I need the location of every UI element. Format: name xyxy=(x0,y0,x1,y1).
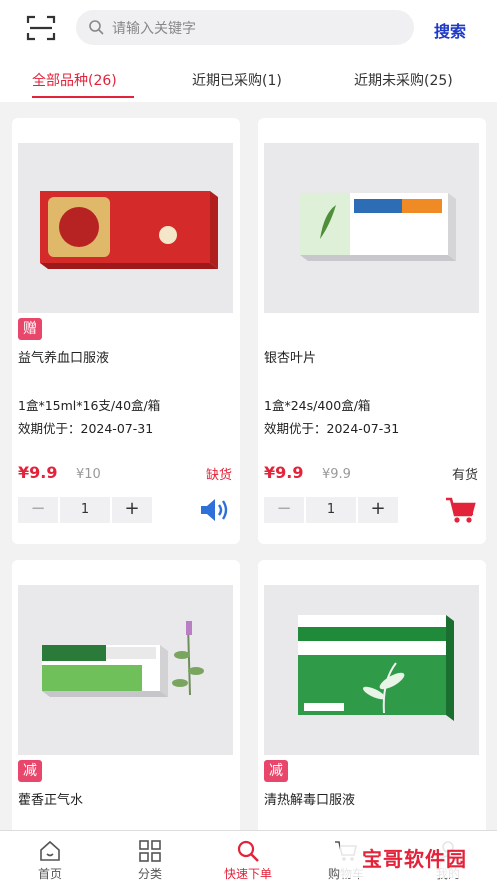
product-expiry: 效期优于：2024-07-31 xyxy=(264,421,400,436)
discount-badge: 减 xyxy=(264,760,288,782)
product-name[interactable]: 清热解毒口服液 xyxy=(264,789,355,808)
nav-home[interactable]: 首页 xyxy=(10,831,90,883)
product-image[interactable] xyxy=(264,143,479,313)
quantity-input[interactable]: 1 xyxy=(60,497,110,523)
nav-quick-order-label: 快速下单 xyxy=(223,867,272,881)
grid-icon xyxy=(139,840,161,862)
top-bar: 请输入关键字 搜索 xyxy=(0,0,497,58)
search-input[interactable]: 请输入关键字 xyxy=(76,10,414,45)
stock-status: 有货 xyxy=(451,468,478,483)
product-name[interactable]: 藿香正气水 xyxy=(18,789,83,808)
tab-not-recently-purchased[interactable]: 近期未采购(25) xyxy=(354,70,453,90)
search-icon xyxy=(89,20,104,35)
original-price: ¥10 xyxy=(76,467,101,482)
product-name[interactable]: 益气养血口服液 xyxy=(18,347,109,366)
increase-button[interactable]: + xyxy=(112,497,152,523)
product-image[interactable] xyxy=(264,585,479,755)
nav-category[interactable]: 分类 xyxy=(110,831,190,883)
product-image[interactable] xyxy=(18,143,233,313)
increase-button[interactable]: + xyxy=(358,497,398,523)
quantity-input[interactable]: 1 xyxy=(306,497,356,523)
decrease-button[interactable]: − xyxy=(18,497,58,523)
stock-status: 缺货 xyxy=(205,468,232,483)
product-card[interactable]: 赠 益气养血口服液 1盒*15ml*16支/40盒/箱 效期优于：2024-07… xyxy=(12,118,240,544)
decrease-button[interactable]: − xyxy=(264,497,304,523)
product-expiry: 效期优于：2024-07-31 xyxy=(18,421,154,436)
product-card[interactable]: 减 清热解毒口服液 xyxy=(258,560,486,840)
search-icon xyxy=(237,840,259,862)
product-name[interactable]: 银杏叶片 xyxy=(264,347,316,366)
discount-badge: 减 xyxy=(18,760,42,782)
product-spec: 1盒*15ml*16支/40盒/箱 xyxy=(18,398,161,413)
watermark-text: 宝哥软件园 xyxy=(362,847,467,871)
product-price: ¥9.9 xyxy=(264,463,304,482)
product-image[interactable] xyxy=(18,585,233,755)
tab-all-products[interactable]: 全部品种(26) xyxy=(32,70,117,90)
quantity-stepper: − 1 + xyxy=(264,497,398,523)
nav-quick-order[interactable]: 快速下单 xyxy=(208,831,288,883)
active-tab-indicator xyxy=(32,96,134,98)
quantity-stepper: − 1 + xyxy=(18,497,152,523)
product-card[interactable]: 减 藿香正气水 xyxy=(12,560,240,840)
scan-icon[interactable] xyxy=(26,14,56,42)
filter-tabs: 全部品种(26) 近期已采购(1) 近期未采购(25) xyxy=(0,58,497,102)
speaker-icon[interactable] xyxy=(198,495,230,525)
product-spec: 1盒*24s/400盒/箱 xyxy=(264,398,371,413)
tab-recently-purchased[interactable]: 近期已采购(1) xyxy=(192,70,282,90)
search-button[interactable]: 搜索 xyxy=(434,18,466,42)
gift-badge: 赠 xyxy=(18,318,42,340)
cart-icon[interactable] xyxy=(444,495,476,525)
product-price: ¥9.9 xyxy=(18,463,58,482)
home-icon xyxy=(40,840,60,861)
watermark: 宝哥软件园 xyxy=(340,838,490,878)
product-card[interactable]: 银杏叶片 1盒*24s/400盒/箱 效期优于：2024-07-31 ¥9.9 … xyxy=(258,118,486,544)
nav-home-label: 首页 xyxy=(37,867,62,881)
search-placeholder: 请输入关键字 xyxy=(112,21,196,37)
nav-category-label: 分类 xyxy=(137,867,162,881)
original-price: ¥9.9 xyxy=(322,467,351,482)
